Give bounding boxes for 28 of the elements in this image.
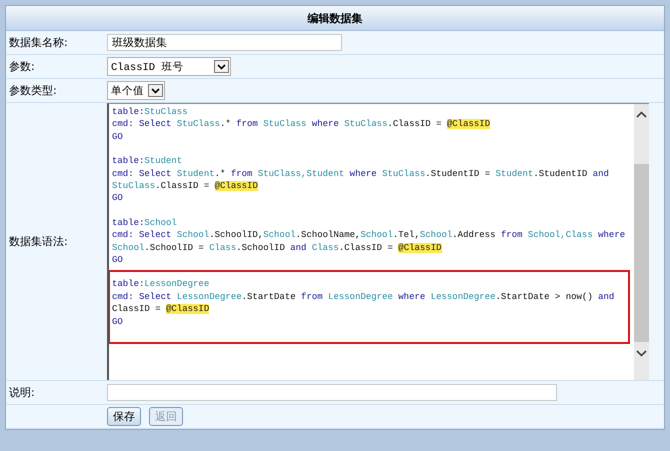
code-line: table:Student <box>112 155 184 168</box>
code-line: ClassID = @ClassID <box>112 303 210 316</box>
code-editor[interactable] <box>107 103 649 380</box>
panel-title: 编辑数据集 <box>308 10 362 26</box>
parameter-type-dropdown[interactable]: 单个值 <box>107 81 165 100</box>
field-label: 数据集名称: <box>9 35 68 50</box>
field-label: 参数: <box>9 59 35 74</box>
name-input-field[interactable]: 班级数据集 <box>107 34 342 51</box>
code-line: cmd: Select LessonDegree.StartDate from LessonDegree where LessonDegree.StartDate > now() and <box>112 290 616 304</box>
form-button[interactable]: 保存 <box>107 407 141 426</box>
code-line: GO <box>112 316 124 328</box>
code-line: GO <box>112 254 124 266</box>
parameter-dropdown[interactable]: ClassID 班号 <box>107 57 231 76</box>
code-line: GO <box>112 130 124 144</box>
scrollbar[interactable] <box>634 104 649 380</box>
code-line: table:StuClass <box>112 106 189 118</box>
code-line: GO <box>112 192 124 205</box>
scrollbar-thumb[interactable] <box>634 164 649 342</box>
code-line: cmd: Select Student.* from StuClass,Student where StuClass.StudentID = Student.StudentID and <box>112 168 610 180</box>
code-line: cmd: Select StuClass.* from StuClass where StuClass.ClassID = @ClassID <box>112 118 492 131</box>
code-line: table:LessonDegree <box>112 278 210 291</box>
field-label: 数据集语法: <box>9 234 68 249</box>
field-label: 参数类型: <box>9 83 57 98</box>
description-input-field[interactable] <box>107 384 557 401</box>
code-line: cmd: Select School.SchoolID,School.SchoolName,School.Tel,School.Address from School,Class where <box>112 229 626 242</box>
code-line: School.SchoolID = Class.SchoolID and Class.ClassID = @ClassID <box>112 242 443 254</box>
field-label: 说明: <box>9 385 35 400</box>
code-line: table:School <box>112 216 178 230</box>
